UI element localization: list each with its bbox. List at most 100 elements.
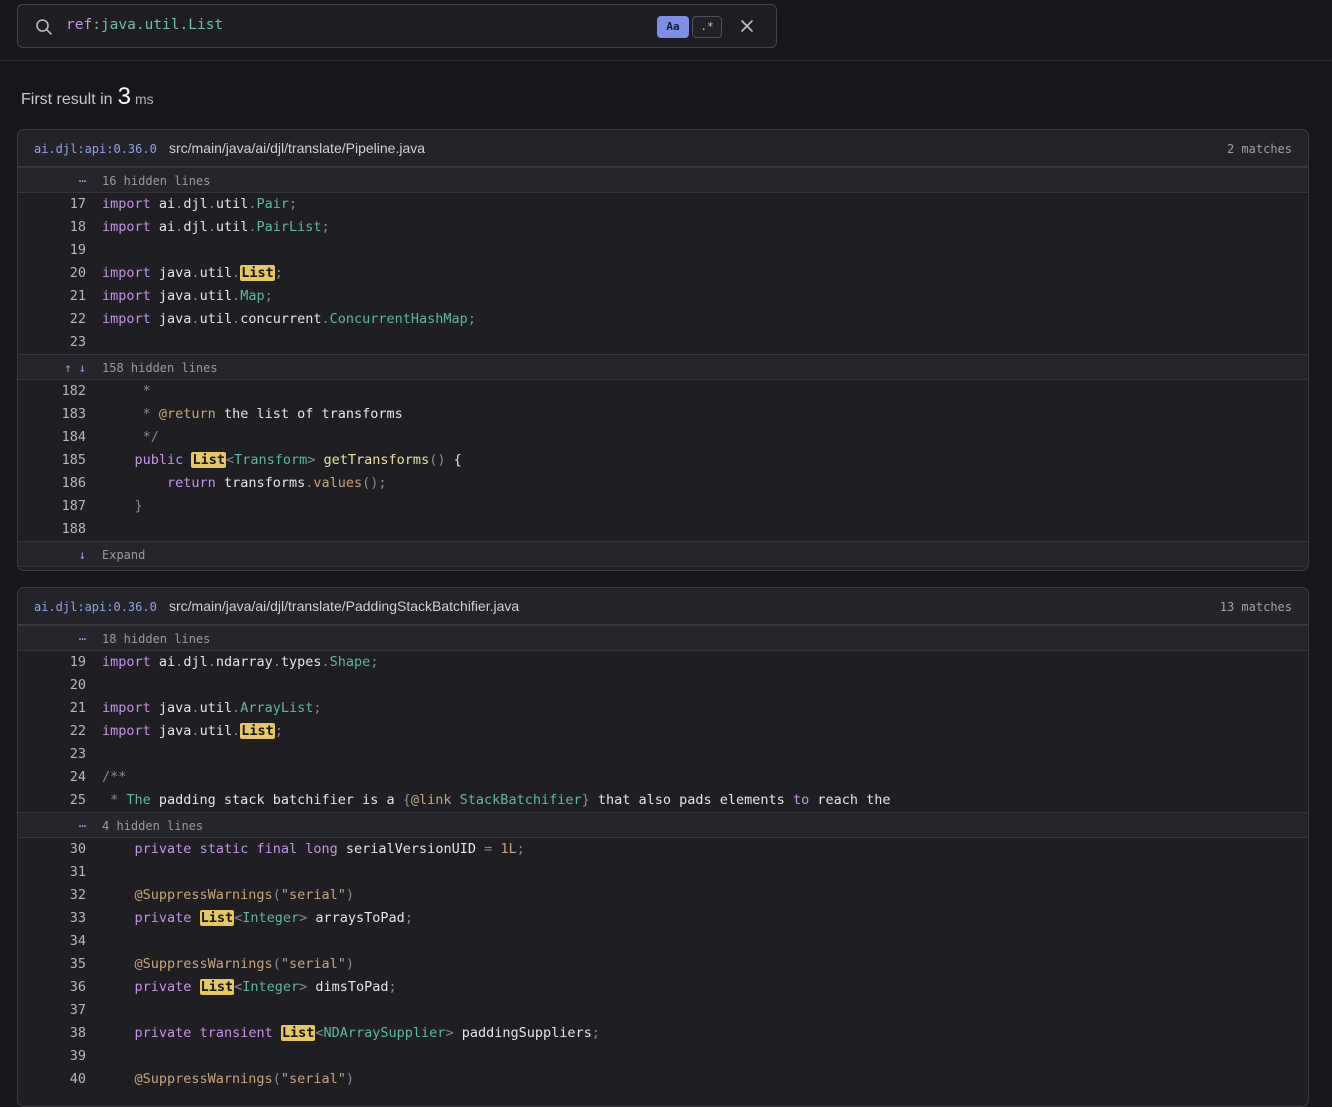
line-number: 188 — [61, 521, 86, 537]
line-number: 20 — [69, 265, 86, 281]
code-line: 39 — [18, 1045, 1308, 1068]
code-line: 35 @SuppressWarnings("serial") — [18, 953, 1308, 976]
code-line: 34 — [18, 930, 1308, 953]
match-highlight[interactable]: List — [240, 723, 275, 739]
top-bar: ref:java.util.List Aa .* — [0, 0, 1332, 61]
line-number: 22 — [69, 723, 86, 739]
line-number: 22 — [69, 311, 86, 327]
result-package[interactable]: ai.djl:api:0.36.0 — [34, 142, 157, 156]
search-input[interactable]: ref:java.util.List — [66, 17, 223, 33]
query-value: :java.util.List — [92, 17, 224, 33]
code-line: 23 — [18, 331, 1308, 354]
line-number: 182 — [61, 383, 86, 399]
match-highlight[interactable]: List — [199, 979, 235, 995]
line-number: 30 — [69, 841, 86, 857]
result-match-count: 13 matches — [1219, 600, 1292, 614]
hidden-lines-label: 16 hidden lines — [102, 174, 211, 188]
hidden-lines-row[interactable]: ⋯ 4 hidden lines — [18, 812, 1308, 838]
line-number: 32 — [69, 887, 86, 903]
code-line: 19 — [18, 239, 1308, 262]
match-highlight[interactable]: List — [280, 1025, 316, 1041]
line-number: 34 — [69, 933, 86, 949]
result-header[interactable]: ai.djl:api:0.36.0 src/main/java/ai/djl/t… — [18, 130, 1308, 167]
code-line: 187 } — [18, 495, 1308, 518]
code-line: 32 @SuppressWarnings("serial") — [18, 884, 1308, 907]
line-number: 25 — [69, 792, 86, 808]
line-number: 17 — [69, 196, 86, 212]
line-number: 21 — [69, 700, 86, 716]
code-line: 20 import java.util.List; — [18, 262, 1308, 285]
expand-up-down-icon[interactable]: ↑ ↓ — [18, 361, 86, 375]
line-number: 36 — [69, 979, 86, 995]
code-line: 36 private List<Integer> dimsToPad; — [18, 976, 1308, 999]
expand-label[interactable]: Expand — [102, 548, 145, 562]
code-line: 21 import java.util.Map; — [18, 285, 1308, 308]
ellipsis-icon[interactable]: ⋯ — [18, 819, 86, 833]
clear-search-icon[interactable] — [738, 17, 756, 35]
match-case-toggle[interactable]: Aa — [657, 16, 689, 38]
search-timing: First result in 3 ms — [21, 83, 154, 111]
hidden-lines-row[interactable]: ⋯ 18 hidden lines — [18, 625, 1308, 651]
code-line: 31 — [18, 861, 1308, 884]
line-number: 183 — [61, 406, 86, 422]
line-number: 23 — [69, 746, 86, 762]
code-line: 184 */ — [18, 426, 1308, 449]
result-header[interactable]: ai.djl:api:0.36.0 src/main/java/ai/djl/t… — [18, 588, 1308, 625]
line-number: 31 — [69, 864, 86, 880]
line-number: 37 — [69, 1002, 86, 1018]
line-number: 21 — [69, 288, 86, 304]
search-result: ai.djl:api:0.36.0 src/main/java/ai/djl/t… — [17, 587, 1309, 1107]
line-number: 33 — [69, 910, 86, 926]
result-file-path[interactable]: src/main/java/ai/djl/translate/Pipeline.… — [169, 140, 425, 156]
code-line: 21 import java.util.ArrayList; — [18, 697, 1308, 720]
code-line: 188 — [18, 518, 1308, 541]
code-line: 38 private transient List<NDArraySupplie… — [18, 1022, 1308, 1045]
line-number: 35 — [69, 956, 86, 972]
code-line: 183 * @return the list of transforms — [18, 403, 1308, 426]
code-line: 20 — [18, 674, 1308, 697]
search-box[interactable]: ref:java.util.List Aa .* — [17, 4, 777, 48]
line-number: 39 — [69, 1048, 86, 1064]
search-result: ai.djl:api:0.36.0 src/main/java/ai/djl/t… — [17, 129, 1309, 571]
line-number: 186 — [61, 475, 86, 491]
line-number: 19 — [69, 242, 86, 258]
code-line: 185 public List<Transform> getTransforms… — [18, 449, 1308, 472]
code-line: 22 import java.util.List; — [18, 720, 1308, 743]
code-line: 18 import ai.djl.util.PairList; — [18, 216, 1308, 239]
line-number: 38 — [69, 1025, 86, 1041]
result-package[interactable]: ai.djl:api:0.36.0 — [34, 600, 157, 614]
expand-row[interactable]: ↓ Expand — [18, 541, 1308, 567]
arrow-down-icon[interactable]: ↓ — [18, 548, 86, 562]
result-match-count: 2 matches — [1226, 142, 1292, 156]
line-number: 19 — [69, 654, 86, 670]
hidden-lines-label: 158 hidden lines — [102, 361, 218, 375]
line-number: 18 — [69, 219, 86, 235]
code-line: 24/** — [18, 766, 1308, 789]
code-line: 25 * The padding stack batchifier is a {… — [18, 789, 1308, 812]
code-line: 186 return transforms.values(); — [18, 472, 1308, 495]
code-line: 33 private List<Integer> arraysToPad; — [18, 907, 1308, 930]
ellipsis-icon[interactable]: ⋯ — [18, 174, 86, 188]
timing-prefix: First result in — [21, 91, 113, 108]
regex-toggle[interactable]: .* — [692, 16, 722, 38]
match-highlight[interactable]: List — [199, 910, 235, 926]
line-number: 20 — [69, 677, 86, 693]
code-line: 30 private static final long serialVersi… — [18, 838, 1308, 861]
hidden-lines-row[interactable]: ↑ ↓ 158 hidden lines — [18, 354, 1308, 380]
hidden-lines-label: 4 hidden lines — [102, 819, 204, 833]
code-line: 23 — [18, 743, 1308, 766]
code-line: 37 — [18, 999, 1308, 1022]
code-line: 22 import java.util.concurrent.Concurrent… — [18, 308, 1308, 331]
result-file-path[interactable]: src/main/java/ai/djl/translate/PaddingSt… — [169, 598, 519, 614]
line-number: 185 — [61, 452, 86, 468]
hidden-lines-label: 18 hidden lines — [102, 632, 211, 646]
timing-unit: ms — [134, 91, 154, 107]
code-line: 40 @SuppressWarnings("serial") — [18, 1068, 1308, 1091]
match-highlight[interactable]: List — [191, 452, 226, 468]
timing-value: 3 — [117, 83, 131, 110]
match-highlight[interactable]: List — [240, 265, 275, 281]
line-number: 184 — [61, 429, 86, 445]
ellipsis-icon[interactable]: ⋯ — [18, 632, 86, 646]
hidden-lines-row[interactable]: ⋯ 16 hidden lines — [18, 167, 1308, 193]
line-number: 24 — [69, 769, 86, 785]
